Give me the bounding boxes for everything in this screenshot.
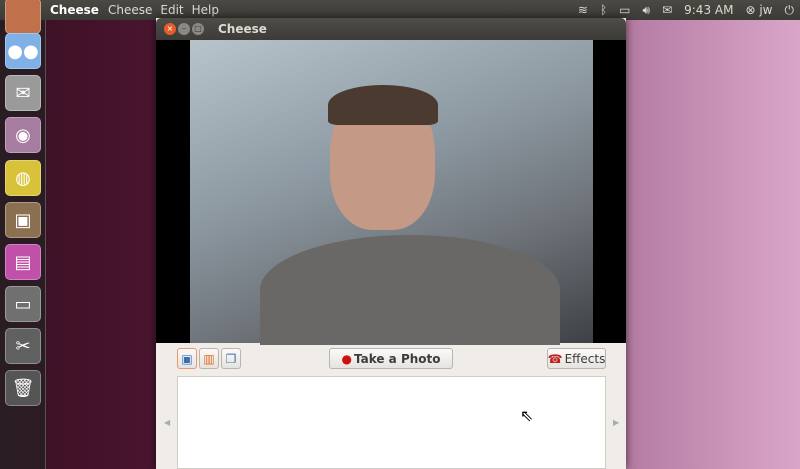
top-panel: ◎ Cheese Cheese Edit Help ≋ ᛒ ▭ 🔊︎ ✉ 9:4… bbox=[0, 0, 800, 20]
workspaces-icon[interactable]: ▤ bbox=[5, 244, 41, 280]
mouse-cursor-icon: ⇖ bbox=[520, 406, 534, 425]
effects-button[interactable]: ☎ Effects bbox=[547, 348, 606, 369]
film-icon: ▥ bbox=[203, 351, 215, 366]
record-icon: ● bbox=[341, 351, 352, 366]
person-hair bbox=[328, 85, 438, 125]
person-body bbox=[260, 235, 560, 345]
menu-help[interactable]: Help bbox=[192, 3, 219, 17]
maximize-icon[interactable]: □ bbox=[192, 23, 204, 35]
minimize-icon[interactable]: – bbox=[178, 23, 190, 35]
window-title: Cheese bbox=[218, 22, 267, 36]
active-app-name: Cheese bbox=[50, 3, 99, 17]
launcher: ●● ✉ ◉ ◍ ▣ ▤ ▭ ✂ 🗑︎ bbox=[0, 0, 46, 469]
burst-mode-button[interactable]: ❐ bbox=[221, 348, 241, 369]
title-bar[interactable]: × – □ Cheese bbox=[156, 18, 626, 40]
battery-icon[interactable]: ▭ bbox=[619, 3, 630, 17]
thumbnail-bar[interactable] bbox=[177, 376, 606, 469]
burst-icon: ❐ bbox=[225, 351, 237, 366]
software-center-icon[interactable]: ▣ bbox=[5, 202, 41, 238]
scroll-right-icon[interactable]: ▶ bbox=[613, 418, 619, 427]
user-name: jw bbox=[759, 3, 773, 17]
close-icon[interactable]: × bbox=[164, 23, 176, 35]
menu-edit[interactable]: Edit bbox=[160, 3, 183, 17]
user-status-icon: ⊗ bbox=[745, 3, 756, 17]
take-photo-button[interactable]: ● Take a Photo bbox=[329, 348, 453, 369]
scroll-left-icon[interactable]: ◀ bbox=[164, 418, 170, 427]
user-menu[interactable]: ⊗ jw bbox=[745, 3, 772, 17]
empathy-icon[interactable]: ●● bbox=[5, 33, 41, 69]
clock[interactable]: 9:43 AM bbox=[684, 3, 733, 17]
mail-icon[interactable]: ✉ bbox=[662, 3, 672, 17]
mail-client-icon[interactable]: ✉ bbox=[5, 75, 41, 111]
cheese-app-icon[interactable]: ◉ bbox=[5, 117, 41, 153]
webcam-feed bbox=[190, 40, 593, 345]
volume-icon[interactable]: 🔊︎ bbox=[643, 3, 651, 18]
apps-lens-icon[interactable]: ✂ bbox=[5, 328, 41, 364]
toolbar: ▣ ▥ ❐ ● Take a Photo ☎ Effects bbox=[156, 343, 626, 375]
power-icon[interactable]: ⏻ bbox=[785, 3, 795, 18]
effects-icon: ☎ bbox=[547, 351, 563, 366]
photo-mode-button[interactable]: ▣ bbox=[177, 348, 197, 369]
trash-icon[interactable]: 🗑︎ bbox=[5, 370, 41, 406]
cheese-window: × – □ Cheese ▣ ▥ ❐ ● Take a Photo ☎ Effect… bbox=[156, 18, 626, 469]
video-mode-button[interactable]: ▥ bbox=[199, 348, 219, 369]
photo-icon: ▣ bbox=[181, 351, 193, 366]
bluetooth-icon[interactable]: ᛒ bbox=[600, 3, 607, 17]
files-icon[interactable]: ▭ bbox=[5, 286, 41, 322]
effects-label: Effects bbox=[564, 351, 606, 366]
menu-cheese[interactable]: Cheese bbox=[108, 3, 152, 17]
launcher-app-icon[interactable] bbox=[5, 0, 41, 34]
wifi-icon[interactable]: ≋ bbox=[578, 3, 588, 17]
take-photo-label: Take a Photo bbox=[353, 351, 441, 366]
webcam-preview bbox=[156, 40, 626, 345]
music-player-icon[interactable]: ◍ bbox=[5, 160, 41, 196]
